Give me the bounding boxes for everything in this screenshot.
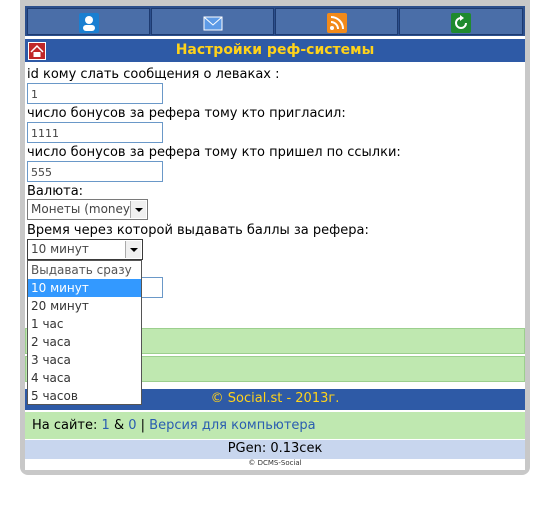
dropdown-option[interactable]: 2 часа bbox=[28, 333, 141, 351]
page-gen-time: PGen: 0.13сек bbox=[25, 440, 525, 459]
engine-credit: © DCMS-Social bbox=[248, 459, 302, 467]
nav-mail-button[interactable] bbox=[151, 8, 274, 35]
rss-icon bbox=[327, 13, 347, 33]
online-users-link[interactable]: 1 bbox=[102, 418, 110, 433]
refresh-icon bbox=[451, 13, 471, 33]
dropdown-option[interactable]: Выдавать сразу bbox=[28, 261, 141, 279]
chevron-down-icon bbox=[125, 241, 141, 258]
currency-select[interactable]: Монеты (money) bbox=[27, 199, 148, 220]
referral-admin-id-input[interactable]: 1 bbox=[27, 83, 163, 104]
nav-rss-button[interactable] bbox=[275, 8, 398, 35]
nav-refresh-button[interactable] bbox=[399, 8, 523, 35]
online-label: На сайте: bbox=[32, 418, 98, 433]
user-icon bbox=[79, 13, 99, 33]
dropdown-option[interactable]: 20 минут bbox=[28, 297, 141, 315]
dropdown-option[interactable]: 4 часа bbox=[28, 369, 141, 387]
online-amp: & bbox=[109, 418, 129, 433]
mail-icon bbox=[203, 13, 223, 33]
currency-label: Валюта: bbox=[27, 184, 84, 199]
desktop-version-link[interactable]: Версия для компьютера bbox=[149, 418, 315, 433]
chevron-down-icon bbox=[130, 201, 146, 218]
invitee-bonus-label: число бонусов за рефера тому кто пришел … bbox=[27, 145, 401, 160]
page-title: Настройки реф-системы bbox=[175, 42, 375, 58]
reward-delay-dropdown: Выдавать сразу 10 минут 20 минут 1 час 2… bbox=[27, 260, 142, 405]
top-nav bbox=[25, 6, 525, 36]
reward-delay-select[interactable]: 10 минут bbox=[27, 239, 143, 260]
online-bar: На сайте: 1 & 0 | Версия для компьютера bbox=[25, 412, 525, 439]
inviter-bonus-input[interactable]: 1111 bbox=[27, 122, 163, 143]
title-bar: Настройки реф-системы bbox=[25, 39, 525, 62]
dropdown-option[interactable]: 3 часа bbox=[28, 351, 141, 369]
dropdown-option[interactable]: 10 минут bbox=[28, 279, 141, 297]
currency-select-value: Монеты (money) bbox=[31, 202, 135, 216]
invitee-bonus-input[interactable]: 555 bbox=[27, 161, 163, 182]
nav-profile-button[interactable] bbox=[27, 8, 150, 35]
online-separator: | bbox=[136, 418, 150, 433]
referral-admin-id-label: id кому слать сообщения о леваках : bbox=[27, 67, 280, 82]
inviter-bonus-label: число бонусов за рефера тому кто приглас… bbox=[27, 106, 346, 121]
reward-delay-select-value: 10 минут bbox=[31, 242, 89, 256]
reward-delay-label: Время через которой выдавать баллы за ре… bbox=[27, 223, 369, 238]
dropdown-option[interactable]: 5 часов bbox=[28, 387, 141, 405]
dropdown-option[interactable]: 1 час bbox=[28, 315, 141, 333]
online-guests-link[interactable]: 0 bbox=[128, 418, 136, 433]
